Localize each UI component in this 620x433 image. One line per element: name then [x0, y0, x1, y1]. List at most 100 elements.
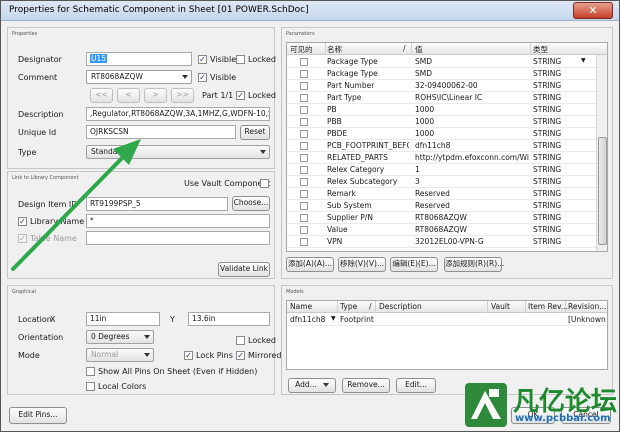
table-row[interactable]: Part Number 32-09400062-00 STRING	[287, 80, 607, 92]
local-colors-label: Local Colors	[98, 382, 147, 391]
param-name: PBB	[327, 117, 342, 126]
param-type: STRING	[533, 201, 562, 210]
table-row[interactable]: PCB_FOOTPRINT_BEFORE dfn11ch8 STRING	[287, 140, 607, 152]
watermark-logo-icon	[465, 383, 507, 427]
table-row[interactable]: Part Type ROHS\IC\Linear IC STRING	[287, 92, 607, 104]
mirrored-checkbox[interactable]: ✓	[236, 351, 245, 360]
param-name: Sub System	[327, 201, 372, 210]
location-y-input[interactable]: 13.6in	[188, 312, 270, 326]
add-model-label: Add...	[295, 380, 317, 389]
param-name: Part Type	[327, 93, 362, 102]
param-value: 1	[415, 165, 420, 174]
table-row[interactable]: Value RT8068AZQW STRING	[287, 224, 607, 236]
local-colors-checkbox[interactable]	[86, 382, 95, 391]
col-name[interactable]: 名称	[327, 44, 342, 55]
param-visible-checkbox[interactable]	[300, 130, 308, 138]
y-label: Y	[170, 315, 175, 324]
param-value: ROHS\IC\Linear IC	[415, 93, 483, 102]
param-value: 32-09400062-00	[415, 81, 478, 90]
model-name: dfn11ch8	[290, 315, 326, 324]
mode-combo[interactable]: Normal	[86, 348, 154, 362]
param-visible-checkbox[interactable]	[300, 214, 308, 222]
show-all-pins-checkbox[interactable]	[86, 367, 95, 376]
param-visible-checkbox[interactable]	[300, 178, 308, 186]
param-visible-checkbox[interactable]	[300, 238, 308, 246]
param-name: RELATED_PARTS	[327, 153, 388, 162]
chevron-down-icon[interactable]: ▼	[581, 57, 586, 64]
models-header: Name Type / Description Vault Item Rev..…	[287, 301, 607, 313]
table-row[interactable]: Remark Reserved STRING	[287, 188, 607, 200]
table-row[interactable]: Sub System Reserved STRING	[287, 200, 607, 212]
param-visible-checkbox[interactable]	[300, 190, 308, 198]
col-model-name[interactable]: Name	[290, 302, 312, 311]
param-type: STRING	[533, 141, 562, 150]
param-name: Package Type	[327, 57, 378, 66]
table-row[interactable]: Relex Category 1 STRING	[287, 164, 607, 176]
param-visible-checkbox[interactable]	[300, 142, 308, 150]
param-type: STRING	[533, 81, 562, 90]
table-row[interactable]: VPN 32012EL00-VPN-G STRING	[287, 236, 607, 248]
chevron-down-icon[interactable]: ▼	[331, 315, 336, 322]
table-row[interactable]: RELATED_PARTS http://ytpdm.efoxconn.com/W…	[287, 152, 607, 164]
remove-model-button[interactable]: Remove...	[342, 378, 390, 393]
graphical-locked-checkbox[interactable]	[236, 336, 245, 345]
scroll-thumb[interactable]	[598, 137, 607, 245]
add-param-button[interactable]: 添加(A)(A)...	[286, 257, 334, 272]
param-visible-checkbox[interactable]	[300, 166, 308, 174]
param-name: PCB_FOOTPRINT_BEFORE	[327, 141, 409, 150]
table-row[interactable]: PB 1000 STRING	[287, 104, 607, 116]
param-value: SMD	[415, 69, 433, 78]
models-table[interactable]: Name Type / Description Vault Item Rev..…	[286, 300, 608, 370]
orientation-combo[interactable]: 0 Degrees	[86, 330, 154, 344]
param-visible-checkbox[interactable]	[300, 58, 308, 66]
parameters-header: 可见的 名称 / 值 类型	[287, 43, 607, 55]
param-value: Reserved	[415, 201, 450, 210]
add-rule-button[interactable]: 添加规则(R)(R)...	[444, 257, 504, 272]
param-value: RT8068AZQW	[415, 213, 467, 222]
param-visible-checkbox[interactable]	[300, 226, 308, 234]
table-row[interactable]: Package Type SMD STRING	[287, 68, 607, 80]
table-row[interactable]: Relex Subcategory 3 STRING	[287, 176, 607, 188]
param-name: Supplier P/N	[327, 213, 373, 222]
lock-pins-checkbox[interactable]: ✓	[184, 351, 193, 360]
location-label: Location	[18, 315, 52, 324]
param-visible-checkbox[interactable]	[300, 70, 308, 78]
param-type: STRING	[533, 225, 562, 234]
col-model-type[interactable]: Type	[340, 302, 357, 311]
models-section-title: Models	[286, 289, 304, 295]
param-name: Package Type	[327, 69, 378, 78]
param-value: 1000	[415, 117, 435, 126]
col-model-item-rev[interactable]: Item Rev...	[528, 302, 568, 311]
param-type: STRING	[533, 57, 562, 66]
add-model-button[interactable]: Add...	[288, 378, 336, 393]
param-type: STRING	[533, 117, 562, 126]
col-model-description[interactable]: Description	[379, 302, 422, 311]
param-visible-checkbox[interactable]	[300, 82, 308, 90]
table-row[interactable]: PBDE 1000 STRING	[287, 128, 607, 140]
param-type: STRING	[533, 189, 562, 198]
param-visible-checkbox[interactable]	[300, 118, 308, 126]
table-row[interactable]: Package Type SMD STRING ▼	[287, 56, 607, 68]
col-type[interactable]: 类型	[533, 44, 548, 55]
col-model-revision[interactable]: Revision...	[568, 302, 607, 311]
param-visible-checkbox[interactable]	[300, 202, 308, 210]
param-visible-checkbox[interactable]	[300, 154, 308, 162]
location-x-input[interactable]: 11in	[86, 312, 160, 326]
table-row[interactable]: Supplier P/N RT8068AZQW STRING	[287, 212, 607, 224]
edit-param-button[interactable]: 编辑(E)(E)...	[390, 257, 438, 272]
param-value: dfn11ch8	[415, 141, 451, 150]
col-value[interactable]: 值	[415, 44, 423, 55]
param-name: Value	[327, 225, 348, 234]
col-model-vault[interactable]: Vault	[491, 302, 510, 311]
parameters-scrollbar[interactable]	[596, 55, 607, 251]
model-row[interactable]: dfn11ch8 ▼ Footprint [Unknown	[287, 314, 607, 326]
edit-model-button[interactable]: Edit...	[396, 378, 436, 393]
table-row[interactable]: PBB 1000 STRING	[287, 116, 607, 128]
remove-param-button[interactable]: 移除(V)(V)...	[338, 257, 386, 272]
edit-pins-button[interactable]: Edit Pins...	[9, 407, 67, 424]
param-visible-checkbox[interactable]	[300, 106, 308, 114]
col-visible[interactable]: 可见的	[290, 44, 313, 55]
param-value: RT8068AZQW	[415, 225, 467, 234]
parameters-table[interactable]: 可见的 名称 / 值 类型 Package Type SMD STRING ▼ Pack…	[286, 42, 608, 252]
param-visible-checkbox[interactable]	[300, 94, 308, 102]
